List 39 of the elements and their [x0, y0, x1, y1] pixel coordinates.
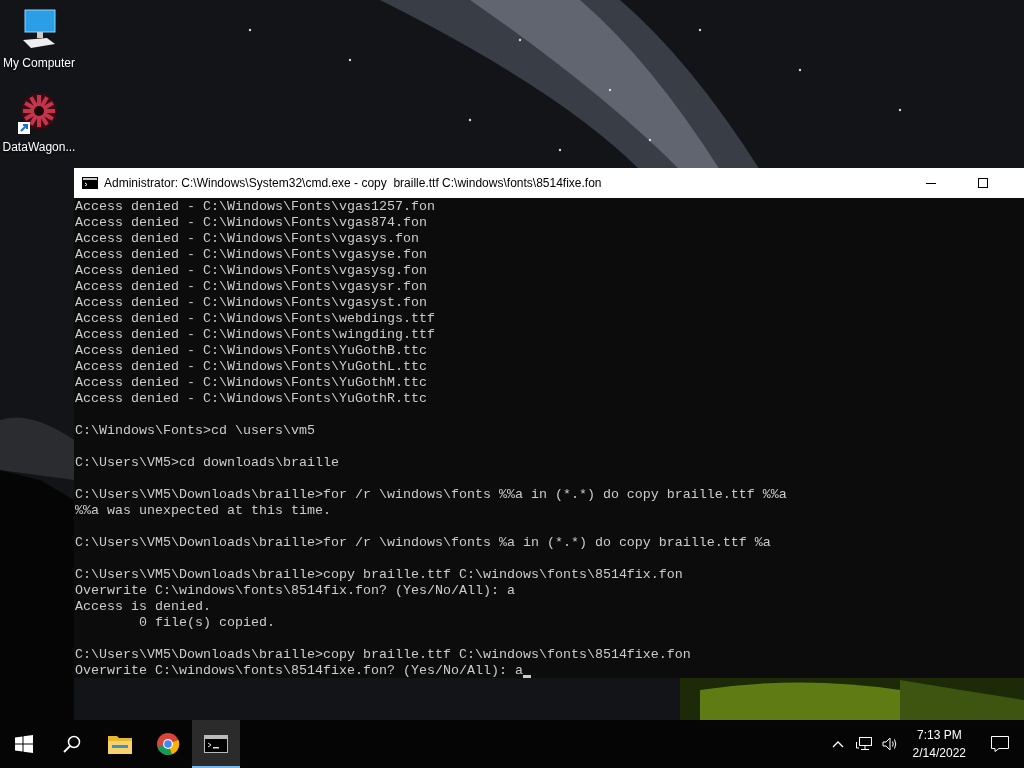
- console-line: Access denied - C:\Windows\Fonts\vgasysr.fon: [75, 279, 427, 295]
- console-line: C:\Windows\Fonts>cd \users\vm5: [75, 423, 315, 439]
- clock-date[interactable]: 2/14/2022: [912, 744, 966, 762]
- console-line: Access denied - C:\Windows\Fonts\vgas874.fon: [75, 215, 427, 231]
- console-line: Access denied - C:\Windows\Fonts\YuGothB.ttc: [75, 343, 427, 359]
- console-line: Access denied - C:\Windows\Fonts\webdings.ttf: [75, 311, 435, 327]
- console-line: C:\Users\VM5>cd downloads\braille: [75, 455, 339, 471]
- terminal-icon: [82, 177, 98, 189]
- console-line: Access denied - C:\Windows\Fonts\vgasysg.fon: [75, 263, 427, 279]
- console-line: Access denied - C:\Windows\Fonts\YuGothR.ttc: [75, 391, 427, 407]
- console-line: C:\Users\VM5\Downloads\braille>copy braille.ttf C:\windows\fonts\8514fix.fon: [75, 567, 683, 583]
- console-line: 0 file(s) copied.: [138, 615, 275, 631]
- icon-label[interactable]: DataWagon...: [2, 140, 76, 154]
- console-line: Overwrite C:\windows\fonts\8514fixe.fon? (Yes/No/All): a: [75, 663, 523, 679]
- console-line: Access denied - C:\Windows\Fonts\wingding.ttf: [75, 327, 435, 343]
- console-line: C:\Users\VM5\Downloads\braille>copy braille.ttf C:\windows\fonts\8514fixe.fon: [75, 647, 691, 663]
- search-icon: [63, 735, 81, 753]
- console-line: Access denied - C:\Windows\Fonts\YuGothM.ttc: [75, 375, 427, 391]
- maximize-icon: [978, 178, 988, 188]
- console-line: C:\Users\VM5\Downloads\braille>for /r \windows\fonts %a in (*.*) do copy braille.ttf %a: [75, 535, 771, 551]
- console-line: Access denied - C:\Windows\Fonts\vgas1257.fon: [75, 199, 435, 215]
- clock-time[interactable]: 7:13 PM: [916, 726, 962, 744]
- chrome-icon: [156, 732, 180, 756]
- speech-bubble-icon: [991, 736, 1009, 752]
- command-prompt-button[interactable]: [192, 720, 240, 768]
- windows-logo-icon: [15, 735, 33, 753]
- terminal-icon: [204, 735, 228, 753]
- console-line: Access denied - C:\Windows\Fonts\vgasyse.fon: [75, 247, 427, 263]
- console-line: %%a was unexpected at this time.: [75, 503, 331, 519]
- console-line: Access denied - C:\Windows\Fonts\YuGothL.ttc: [75, 359, 427, 375]
- icon-label[interactable]: My Computer: [3, 56, 75, 70]
- console-line: Access denied - C:\Windows\Fonts\vgasyst.fon: [75, 295, 427, 311]
- console-line: C:\Users\VM5\Downloads\braille>for /r \windows\fonts %%a in (*.*) do copy braille.ttf %%a: [75, 487, 787, 503]
- console-line: Access is denied.: [75, 599, 211, 615]
- window-title: Administrator: C:\Windows\System32\cmd.exe - copy braille.ttf C:\windows\fonts\8514fixe.fon: [104, 176, 603, 190]
- console-line: Access denied - C:\Windows\Fonts\vgasys.fon: [75, 231, 419, 247]
- console-line: Overwrite C:\windows\fonts\8514fix.fon? (Yes/No/All): a: [75, 583, 515, 599]
- folder-icon: [108, 734, 132, 754]
- text-cursor: [522, 675, 531, 678]
